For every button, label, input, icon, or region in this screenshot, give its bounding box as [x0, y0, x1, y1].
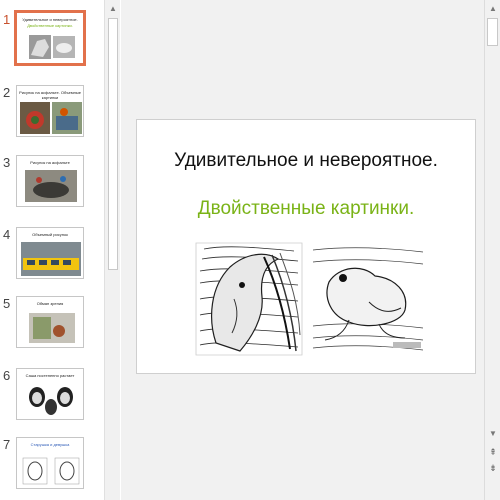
thumbnail-row-4[interactable]: 4 Объемный рисунок [0, 227, 105, 285]
thumbnail-row-1[interactable]: 1 Удивительное и невероятное. Двойственн… [0, 10, 105, 70]
street-art-photo [25, 170, 77, 202]
face-illusion-drawings [25, 381, 77, 417]
scroll-thumb[interactable] [108, 18, 118, 270]
slide-thumbnail-1[interactable]: Удивительное и невероятное. Двойственные… [14, 10, 86, 66]
thumbnail-row-5[interactable]: 5 Обман зрения [0, 296, 105, 354]
up-arrow-icon[interactable]: ▲ [485, 0, 500, 16]
down-arrow-icon[interactable]: ▼ [485, 426, 500, 440]
slide-thumbnail-3[interactable]: Рисунок на асфальте [16, 155, 84, 207]
slide-subtitle[interactable]: Двойственные картинки. [137, 198, 475, 220]
slide-thumbnail-4[interactable]: Объемный рисунок [16, 227, 84, 279]
illusion-photo [29, 313, 75, 343]
thumbnail-title: Удивительное и невероятное. [22, 17, 78, 22]
thumbnail-row-3[interactable]: 3 Рисунок на асфальте [0, 155, 105, 213]
thumbnail-title: Объемный рисунок [32, 232, 68, 237]
slide-thumbnail-5[interactable]: Обман зрения [16, 296, 84, 348]
current-slide[interactable]: Удивительное и невероятное. Двойственные… [136, 119, 476, 374]
street-art-photo [20, 102, 50, 134]
thumbnail-subtitle: Двойственные картинки. [27, 23, 73, 28]
double-down-arrow-icon[interactable]: ⇟ [485, 461, 500, 475]
street-art-photo [52, 102, 82, 134]
thumbnail-title: Рисунок на асфальте. Объемные картинки [19, 90, 81, 100]
slide-number: 5 [3, 296, 11, 311]
slide-number: 6 [3, 368, 11, 383]
slide-number: 1 [3, 12, 11, 27]
editor-scrollbar[interactable]: ▲ ▼ ⇞ ⇟ [484, 0, 500, 500]
bus-3d-drawing-photo [21, 242, 81, 276]
thumbnail-title: Старушка и девушка [30, 442, 70, 447]
old-woman-young-woman-drawings [22, 457, 80, 485]
horse-sketch-thumbnail [29, 35, 51, 59]
slide-number: 4 [3, 227, 11, 242]
slide-number: 7 [3, 437, 11, 452]
slide-number: 2 [3, 85, 11, 100]
slide-title[interactable]: Удивительное и невероятное. [137, 150, 475, 172]
frog-sketch-thumbnail [53, 36, 75, 58]
up-arrow-icon[interactable]: ▲ [105, 0, 121, 16]
slide-number: 3 [3, 155, 11, 170]
thumbnail-row-2[interactable]: 2 Рисунок на асфальте. Объемные картинки [0, 85, 105, 143]
frog-sketch-image[interactable] [309, 242, 427, 354]
slide-thumbnail-2[interactable]: Рисунок на асфальте. Объемные картинки [16, 85, 84, 137]
slide-thumbnail-7[interactable]: Старушка и девушка [16, 437, 84, 489]
thumbnail-title: Обман зрения [36, 301, 64, 306]
thumbnail-title: Саша постепенно растает [25, 373, 75, 378]
horse-sketch-image[interactable] [194, 239, 304, 357]
slide-thumbnail-panel: 1 Удивительное и невероятное. Двойственн… [0, 0, 105, 500]
thumbnail-row-6[interactable]: 6 Саша постепенно растает [0, 368, 105, 426]
scroll-thumb[interactable] [487, 18, 498, 46]
thumbnail-panel-scrollbar[interactable]: ▲ [104, 0, 120, 500]
thumbnail-title: Рисунок на асфальте [30, 160, 70, 165]
double-up-arrow-icon[interactable]: ⇞ [485, 445, 500, 459]
slide-thumbnail-6[interactable]: Саша постепенно растает [16, 368, 84, 420]
slide-editor-area: Удивительное и невероятное. Двойственные… [121, 0, 484, 500]
thumbnail-row-7[interactable]: 7 Старушка и девушка [0, 437, 105, 495]
